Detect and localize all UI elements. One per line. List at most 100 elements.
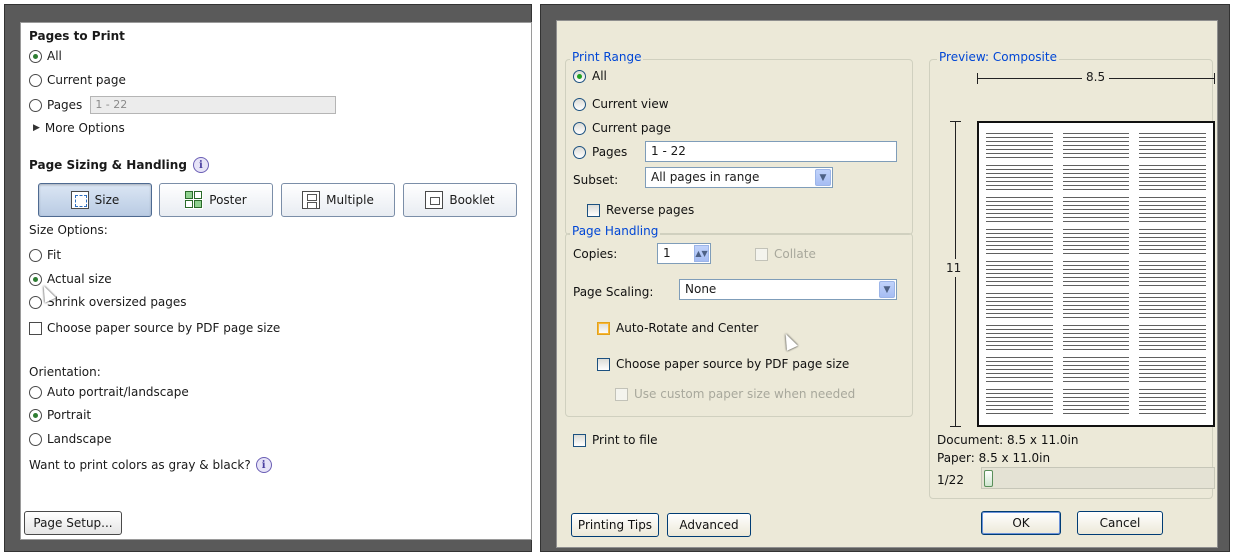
document-size-text: Document: 8.5 x 11.0in <box>937 433 1079 447</box>
preview-title: Preview: Composite <box>937 50 1059 64</box>
pages-to-print-heading: Pages to Print <box>29 29 125 43</box>
paper-size: Paper: 8.5 x 11.0in <box>937 451 1050 465</box>
range-pages-label: Pages <box>592 145 628 159</box>
advanced-button[interactable]: Advanced <box>667 513 751 537</box>
print-to-file-box[interactable] <box>573 433 586 447</box>
mode-poster-label: Poster <box>209 193 247 207</box>
collate-checkbox[interactable]: Collate <box>755 247 816 261</box>
range-pages-button[interactable] <box>573 145 586 159</box>
copies-input[interactable]: 1 ▲▼ <box>657 243 711 264</box>
range-current-page-button[interactable] <box>573 121 586 135</box>
chevron-down-icon[interactable]: ▼ <box>879 281 895 298</box>
poster-mode-icon <box>185 191 204 209</box>
radio-pages-button[interactable] <box>29 98 42 112</box>
radio-current-page[interactable]: Current page <box>29 73 126 87</box>
radio-pages[interactable]: Pages 1 - 22 <box>29 96 337 114</box>
preview-text-block <box>1062 165 1130 190</box>
range-current-page-label: Current page <box>592 121 671 135</box>
paper-source-checkbox[interactable]: Choose paper source by PDF page size <box>29 321 280 335</box>
cancel-button[interactable]: Cancel <box>1077 511 1163 535</box>
preview-text-block <box>986 357 1053 382</box>
info-icon[interactable]: i <box>192 157 209 173</box>
printing-tips-button[interactable]: Printing Tips <box>571 513 659 537</box>
preview-text-block <box>1062 197 1130 222</box>
preview-text-block <box>1139 325 1206 350</box>
page-setup-button[interactable]: Page Setup... <box>24 511 122 535</box>
auto-rotate-box[interactable] <box>597 321 610 335</box>
range-pages[interactable]: Pages <box>573 145 627 159</box>
page-slider[interactable] <box>981 467 1215 489</box>
size-mode-icon <box>70 191 89 209</box>
radio-all[interactable]: All <box>29 49 62 63</box>
orientation-text: Orientation: <box>29 365 101 379</box>
info-icon[interactable]: i <box>255 457 272 473</box>
subset-select[interactable]: All pages in range ▼ <box>645 167 833 188</box>
pdf-paper-source-checkbox[interactable]: Choose paper source by PDF page size <box>597 357 849 371</box>
ok-button[interactable]: OK <box>981 511 1061 535</box>
collate-box[interactable] <box>755 247 768 261</box>
preview-text-block <box>1062 357 1130 382</box>
range-current-page[interactable]: Current page <box>573 121 671 135</box>
radio-landscape-button[interactable] <box>29 432 42 446</box>
radio-fit[interactable]: Fit <box>29 248 61 262</box>
range-all-label: All <box>592 69 607 83</box>
mode-size-button[interactable]: Size <box>38 183 152 217</box>
print-to-file-label: Print to file <box>592 433 658 447</box>
mode-multiple-button[interactable]: Multiple <box>281 183 395 217</box>
auto-rotate-checkbox[interactable]: Auto-Rotate and Center <box>597 321 758 335</box>
page-sizing-heading: Page Sizing & Handling i <box>29 157 209 173</box>
paper-source-box[interactable] <box>29 321 42 335</box>
radio-fit-label: Fit <box>47 248 62 262</box>
preview-text-block <box>1062 261 1130 286</box>
radio-auto-orientation[interactable]: Auto portrait/landscape <box>29 385 189 399</box>
reverse-pages-checkbox[interactable]: Reverse pages <box>587 203 694 217</box>
pdf-paper-source-box[interactable] <box>597 357 610 371</box>
preview-text-block <box>986 325 1053 350</box>
mode-booklet-button[interactable]: Booklet <box>403 183 517 217</box>
radio-auto-orientation-label: Auto portrait/landscape <box>47 385 189 399</box>
custom-paper-checkbox[interactable]: Use custom paper size when needed <box>615 387 855 401</box>
size-options-label: Size Options: <box>29 223 108 237</box>
radio-actual-size-button[interactable] <box>29 272 42 286</box>
radio-portrait[interactable]: Portrait <box>29 408 91 422</box>
mode-booklet-label: Booklet <box>449 193 495 207</box>
page-scaling-text: Page Scaling: <box>573 285 654 299</box>
mode-poster-button[interactable]: Poster <box>159 183 273 217</box>
range-all-button[interactable] <box>573 69 586 83</box>
print-to-file-checkbox[interactable]: Print to file <box>573 433 658 447</box>
page-handling-title: Page Handling <box>570 224 661 238</box>
preview-text-block <box>1139 293 1206 318</box>
radio-landscape[interactable]: Landscape <box>29 432 111 446</box>
chevron-down-icon[interactable]: ▼ <box>815 169 831 186</box>
reverse-pages-box[interactable] <box>587 203 600 217</box>
range-current-view-button[interactable] <box>573 97 586 111</box>
multiple-mode-icon <box>302 191 321 209</box>
radio-all-label: All <box>47 49 62 63</box>
range-pages-input[interactable]: 1 - 22 <box>645 141 897 162</box>
custom-paper-box[interactable] <box>615 387 628 401</box>
subset-value: All pages in range <box>651 170 760 184</box>
booklet-mode-icon <box>425 191 444 209</box>
radio-shrink-label: Shrink oversized pages <box>47 295 187 309</box>
radio-portrait-button[interactable] <box>29 408 42 422</box>
radio-actual-size-label: Actual size <box>47 272 112 286</box>
radio-auto-orientation-button[interactable] <box>29 385 42 399</box>
page-scaling-select[interactable]: None ▼ <box>679 279 897 300</box>
radio-all-button[interactable] <box>29 49 42 63</box>
preview-text-block <box>1062 389 1130 414</box>
spinner-arrows-icon[interactable]: ▲▼ <box>694 245 709 262</box>
page-slider-thumb[interactable] <box>984 470 993 487</box>
pages-range-input[interactable]: 1 - 22 <box>90 96 337 114</box>
range-all[interactable]: All <box>573 69 607 83</box>
range-current-view[interactable]: Current view <box>573 97 669 111</box>
radio-shrink-button[interactable] <box>29 295 42 309</box>
radio-current-page-button[interactable] <box>29 73 42 87</box>
page-scaling-label: Page Scaling: <box>573 285 653 299</box>
preview-text-block <box>986 197 1053 222</box>
preview-text-block <box>986 165 1053 190</box>
radio-fit-button[interactable] <box>29 248 42 262</box>
radio-landscape-label: Landscape <box>47 432 112 446</box>
more-options-toggle[interactable]: ▶ More Options <box>33 121 125 135</box>
orientation-label: Orientation: <box>29 365 101 379</box>
radio-actual-size[interactable]: Actual size <box>29 272 112 286</box>
